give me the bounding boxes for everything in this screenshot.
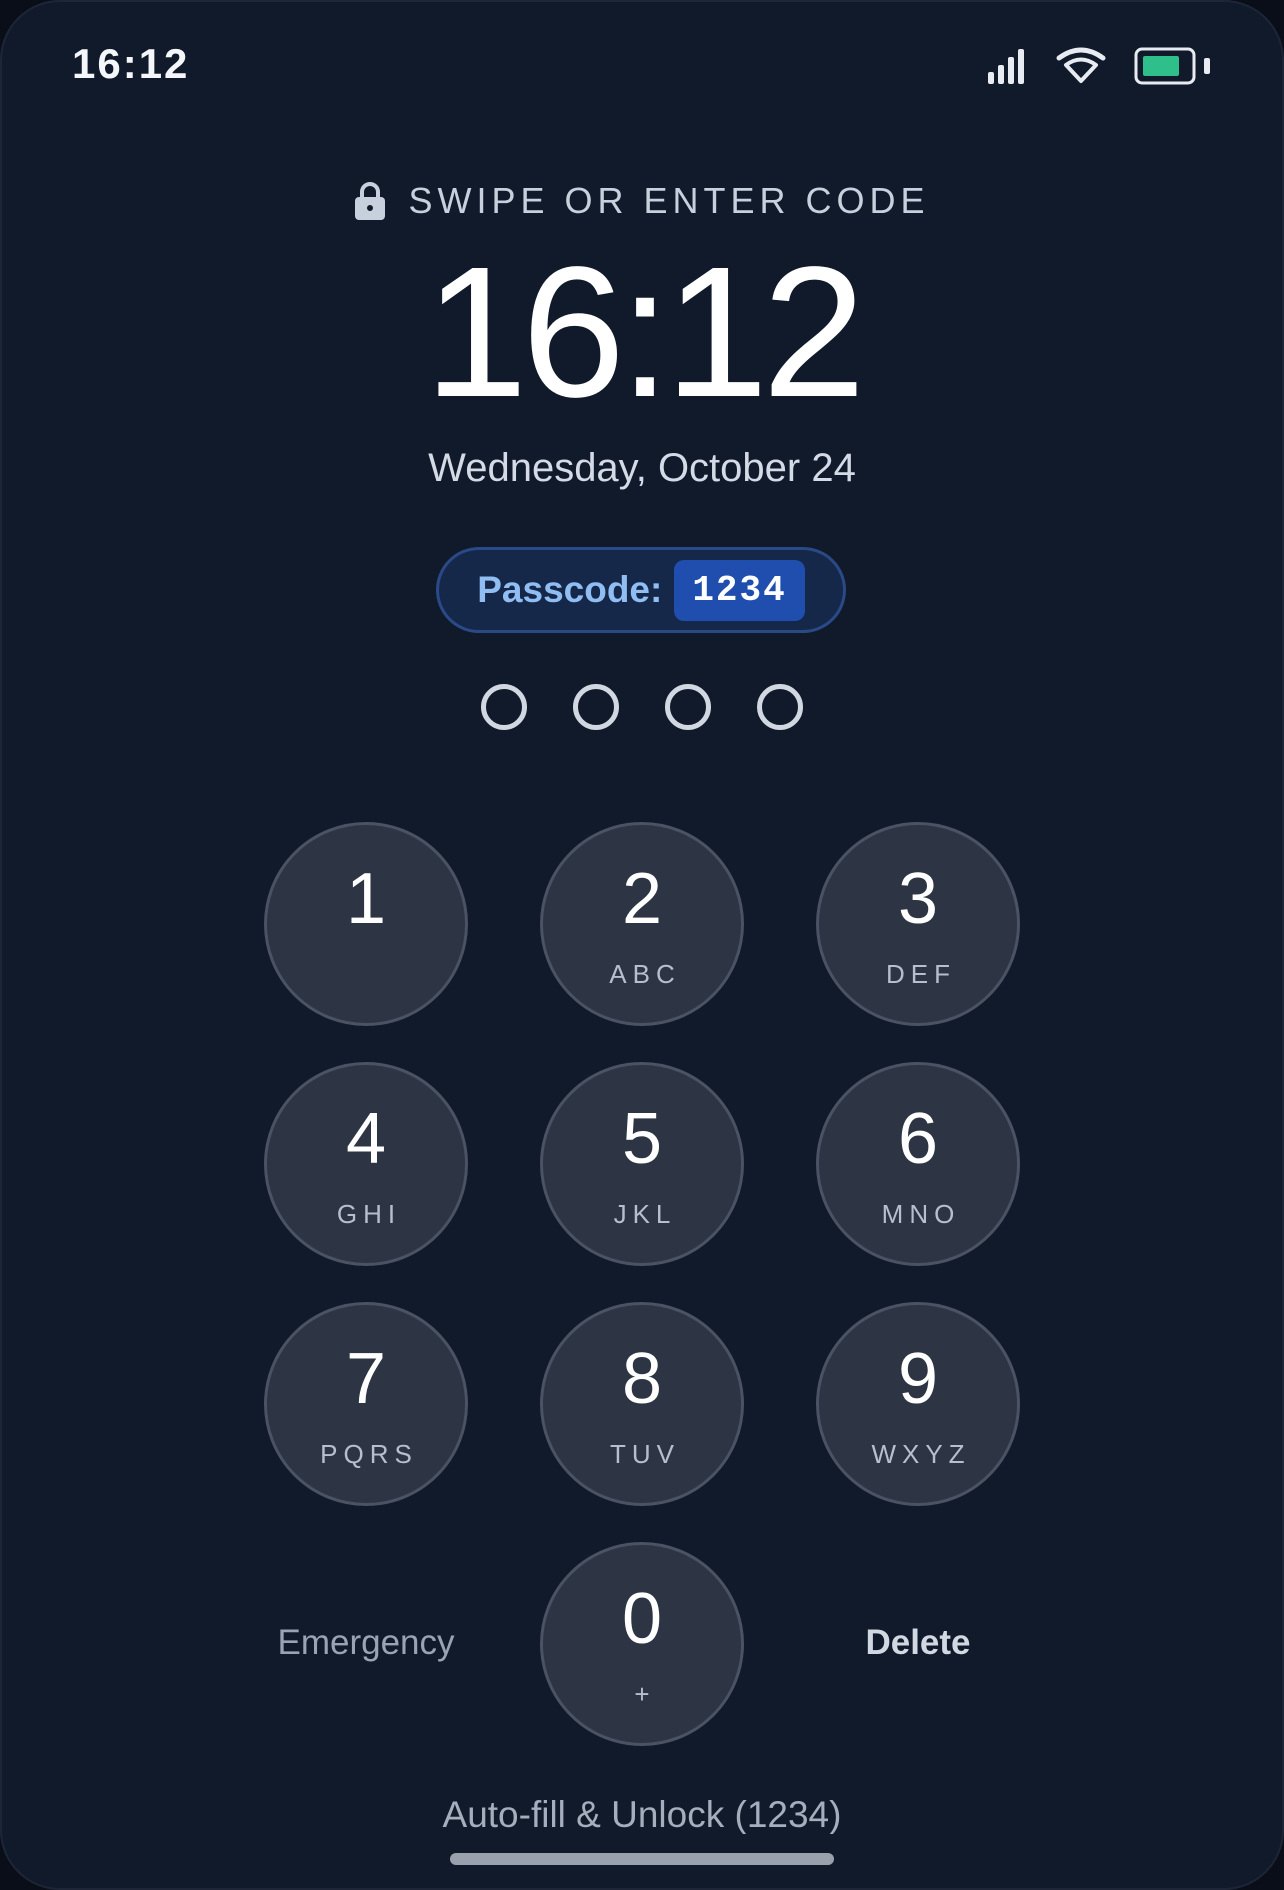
key-letters: WXYZ (871, 1439, 971, 1469)
wifi-icon (1056, 47, 1106, 83)
passcode-label: Passcode: (477, 569, 663, 610)
key-digit: 8 (621, 1339, 663, 1419)
passcode-dots (0, 684, 1284, 730)
passcode-dot (481, 684, 527, 730)
key-letters: + (634, 1679, 656, 1709)
key-letters: MNO (881, 1199, 961, 1229)
status-time: 16:12 (72, 40, 190, 87)
key-7[interactable]: 7 PQRS (264, 1302, 468, 1506)
lock-prompt: SWIPE OR ENTER CODE (0, 180, 1284, 222)
passcode-dot (573, 684, 619, 730)
passcode-dot (757, 684, 803, 730)
lock-date: Wednesday, October 24 (428, 446, 856, 490)
key-digit: 7 (345, 1339, 387, 1419)
key-letters: GHI (336, 1199, 402, 1229)
key-digit: 5 (621, 1099, 663, 1179)
key-letters: ABC (609, 959, 681, 989)
key-4[interactable]: 4 GHI (264, 1062, 468, 1266)
key-digit: 6 (897, 1099, 939, 1179)
autofill-unlock-button[interactable]: Auto-fill & Unlock (1234) (0, 1794, 1284, 1834)
key-digit: 9 (897, 1339, 939, 1419)
key-1[interactable]: 1 (264, 822, 468, 1026)
key-digit: 1 (345, 859, 387, 939)
key-digit: 2 (621, 859, 663, 939)
battery-icon (1134, 47, 1210, 85)
key-letters: JKL (613, 1199, 677, 1229)
emergency-button[interactable]: Emergency (236, 1623, 496, 1663)
passcode-hint: Passcode: 1234 (436, 547, 846, 633)
key-9[interactable]: 9 WXYZ (816, 1302, 1020, 1506)
passcode-dot (665, 684, 711, 730)
phone-screen: 16:12 SWIPE OR ENTER CODE 16:12 Wednesda… (0, 0, 1284, 1890)
key-digit: 0 (621, 1579, 663, 1659)
key-letters: PQRS (320, 1439, 418, 1469)
status-icons (986, 44, 1214, 88)
key-5[interactable]: 5 JKL (540, 1062, 744, 1266)
key-8[interactable]: 8 TUV (540, 1302, 744, 1506)
key-digit: 4 (345, 1099, 387, 1179)
key-letters: DEF (886, 959, 956, 989)
signal-icon (988, 49, 1024, 84)
passcode-value: 1234 (674, 559, 805, 621)
key-2[interactable]: 2 ABC (540, 822, 744, 1026)
lock-icon (355, 182, 386, 220)
lock-clock: 16:12 (424, 229, 865, 436)
delete-button[interactable]: Delete (788, 1623, 1048, 1663)
prompt-text: SWIPE OR ENTER CODE (408, 180, 930, 221)
key-letters: TUV (610, 1439, 680, 1469)
key-3[interactable]: 3 DEF (816, 822, 1020, 1026)
key-digit: 3 (897, 859, 939, 939)
key-0[interactable]: 0 + (540, 1542, 744, 1746)
home-indicator[interactable] (450, 1853, 834, 1865)
key-6[interactable]: 6 MNO (816, 1062, 1020, 1266)
